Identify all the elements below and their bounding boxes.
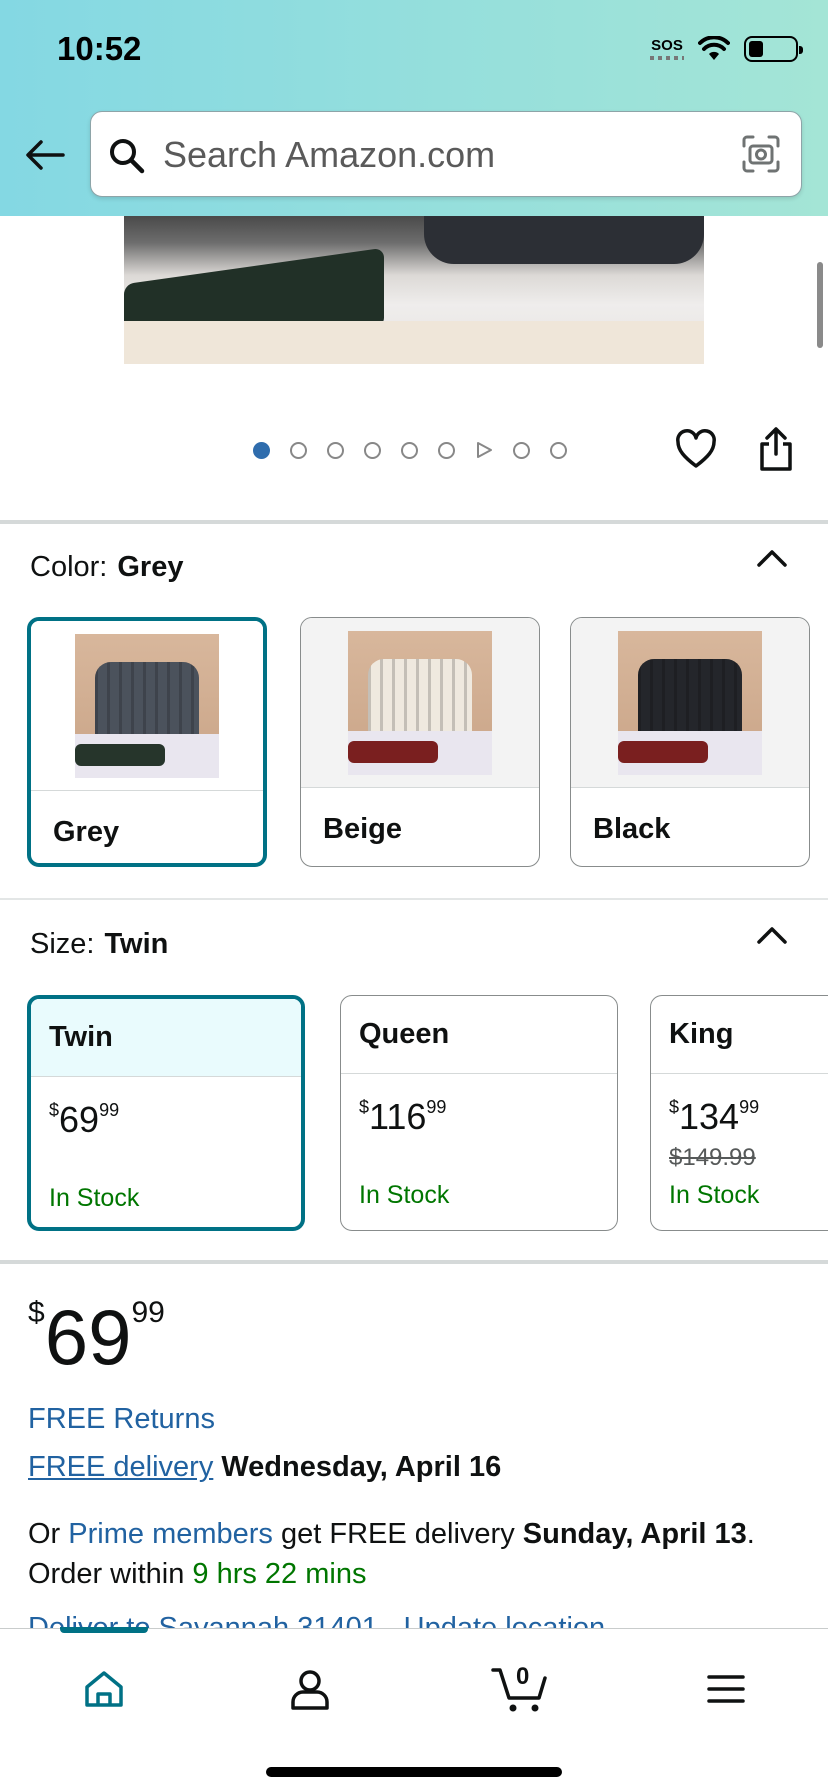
nav-active-indicator (60, 1627, 148, 1633)
swatch-thumbnail (75, 633, 219, 778)
price-cents: 99 (131, 1296, 165, 1329)
scroll-indicator (817, 262, 823, 348)
prime-members-link[interactable]: Prime members (68, 1518, 273, 1550)
section-divider (0, 1260, 828, 1264)
size-option-name: Queen (341, 996, 617, 1074)
header: 10:52 SOS (0, 0, 828, 216)
product-price: $6999 (28, 1296, 165, 1377)
carousel-dot[interactable] (364, 441, 381, 459)
carousel-dot[interactable] (438, 441, 455, 459)
hamburger-menu-icon (707, 1675, 745, 1703)
video-play-icon[interactable] (475, 441, 493, 459)
sos-label: SOS (651, 36, 683, 54)
nav-home[interactable] (74, 1659, 134, 1719)
order-countdown: 9 hrs 22 mins (192, 1558, 367, 1590)
bottom-navigation: 0 (0, 1627, 828, 1792)
size-stock-status: In Stock (49, 1184, 140, 1212)
image-carousel-dots (253, 441, 567, 459)
free-returns-link[interactable]: FREE Returns (28, 1403, 215, 1436)
swatch-thumbnail (348, 630, 492, 775)
section-divider (0, 520, 828, 524)
size-selected-value: Twin (104, 928, 169, 960)
free-delivery-link[interactable]: FREE delivery (28, 1451, 213, 1483)
size-option-price: $11699 (359, 1096, 447, 1137)
size-option-price: $6999 (49, 1099, 120, 1140)
size-stock-status: In Stock (669, 1181, 760, 1209)
color-option-grey[interactable]: Grey (27, 617, 267, 867)
nav-cart[interactable]: 0 (488, 1659, 552, 1719)
color-option-beige[interactable]: Beige (300, 617, 540, 867)
status-time: 10:52 (57, 30, 142, 67)
carousel-dot[interactable] (513, 441, 530, 459)
home-icon (85, 1671, 123, 1707)
color-label: Color: (30, 551, 108, 583)
price-whole: 69 (44, 1293, 132, 1381)
color-selected-value: Grey (117, 551, 184, 583)
search-bar[interactable] (90, 111, 802, 197)
swatch-label: Black (593, 813, 671, 845)
size-list-price: $149.99 (669, 1144, 756, 1171)
carousel-dot[interactable] (550, 441, 567, 459)
person-icon (291, 1670, 329, 1710)
carousel-dot[interactable] (327, 441, 344, 459)
back-arrow-icon (26, 140, 65, 170)
section-divider (0, 898, 828, 900)
camera-search-icon[interactable] (741, 134, 781, 174)
search-icon (110, 139, 145, 174)
back-button[interactable] (22, 132, 68, 178)
size-label: Size: (30, 928, 95, 960)
size-option-king[interactable]: King $13499 $149.99 In Stock (650, 995, 828, 1231)
carousel-dot[interactable] (253, 441, 270, 459)
signal-dots-icon (650, 55, 684, 60)
size-option-name: Twin (31, 999, 301, 1077)
size-section-label: Size: Twin (30, 928, 168, 961)
color-section-label: Color: Grey (30, 551, 183, 584)
image-pillow-shape (424, 216, 704, 264)
size-option-queen[interactable]: Queen $11699 In Stock (340, 995, 618, 1231)
battery-icon (744, 36, 803, 62)
cart-count-badge: 0 (516, 1663, 530, 1690)
chevron-up-icon[interactable] (756, 548, 788, 568)
share-icon[interactable] (756, 426, 796, 472)
carousel-dot[interactable] (290, 441, 307, 459)
swatch-thumbnail (618, 630, 762, 775)
size-option-price: $13499 (669, 1096, 760, 1137)
prime-delivery-date: Sunday, April 13 (522, 1518, 747, 1550)
carousel-dot[interactable] (401, 441, 418, 459)
home-indicator-bar (266, 1767, 562, 1777)
status-icons: SOS (650, 36, 803, 62)
sos-indicator: SOS (650, 36, 684, 60)
wifi-icon (698, 36, 730, 60)
search-input[interactable] (163, 134, 723, 176)
swatch-label: Grey (53, 816, 120, 848)
color-option-black[interactable]: Black (570, 617, 810, 867)
image-blanket-shape (124, 321, 704, 364)
size-option-name: King (651, 996, 828, 1074)
delivery-date: Wednesday, April 16 (221, 1451, 502, 1483)
product-image[interactable] (124, 216, 704, 364)
swatch-label: Beige (323, 813, 402, 845)
delivery-info: FREE delivery Wednesday, April 16 (28, 1451, 501, 1484)
price-currency: $ (28, 1296, 45, 1329)
size-stock-status: In Stock (359, 1181, 450, 1209)
nav-account[interactable] (280, 1659, 340, 1719)
prime-delivery-info: Or Prime members get FREE delivery Sunda… (28, 1518, 755, 1590)
chevron-up-icon[interactable] (756, 925, 788, 945)
nav-menu[interactable] (696, 1659, 756, 1719)
heart-icon[interactable] (674, 428, 718, 472)
size-option-twin[interactable]: Twin $6999 In Stock (27, 995, 305, 1231)
